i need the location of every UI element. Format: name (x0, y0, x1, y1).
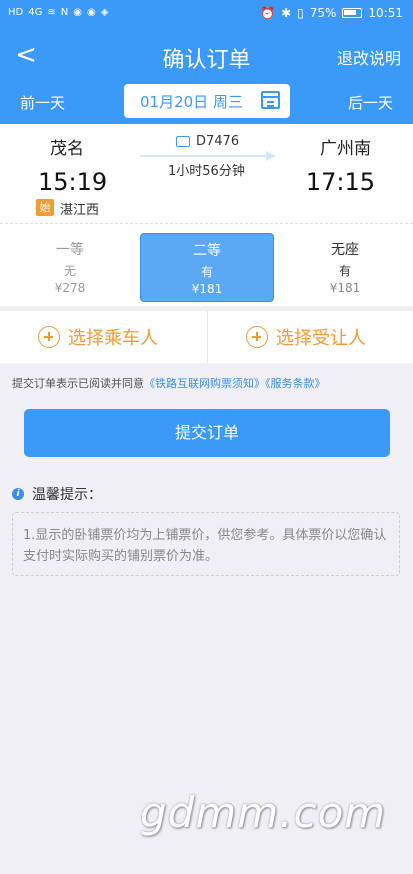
seat-price: ¥181 (329, 281, 361, 295)
battery-icon (342, 8, 363, 18)
select-transferee-label: 选择受让人 (276, 328, 366, 349)
seat-price: ¥278 (54, 281, 86, 295)
wifi-icon: ≋ (47, 7, 56, 18)
id-card-icon (176, 136, 190, 147)
calendar-icon (261, 91, 280, 109)
trip-duration: 1小时56分钟 (168, 164, 245, 179)
seat-name: 一等 (56, 242, 84, 258)
select-transferee-button[interactable]: 选择受让人 (246, 311, 366, 363)
divider (207, 311, 208, 363)
select-passenger-button[interactable]: 选择乘车人 (38, 311, 158, 363)
seat-availability: 无 (63, 264, 76, 278)
seat-availability: 有 (200, 265, 213, 279)
date-label: 01月20日 周三 (140, 93, 243, 111)
terms-link[interactable]: 《服务条款》 (265, 377, 326, 390)
status-bar: HD 4G ≋ N ◉ ◉ ◈ ⏰ ✱ ▯ 75% 10:51 (0, 0, 413, 28)
app-icon: ◉ (86, 7, 96, 18)
plus-circle-icon (246, 326, 268, 348)
next-day-button[interactable]: 后一天 (348, 92, 393, 113)
alarm-icon: ⏰ (260, 6, 276, 20)
status-right: ⏰ ✱ ▯ 75% 10:51 (260, 6, 403, 20)
arrival-time: 17:15 (305, 168, 375, 196)
origin-station: 湛江西 (60, 203, 100, 218)
submit-order-button[interactable]: 提交订单 (24, 409, 390, 457)
departure-station: 茂名 (50, 139, 84, 159)
seat-option-no-seat[interactable]: 无座 有 ¥181 (278, 233, 412, 302)
arrow-icon (140, 151, 276, 161)
seat-option-second-class[interactable]: 二等 有 ¥181 (140, 233, 274, 302)
seat-price: ¥181 (191, 282, 223, 296)
status-icons: HD 4G ≋ N ◉ ◉ ◈ (8, 6, 108, 20)
vibrate-icon: ▯ (297, 6, 304, 20)
tips-header: i 温馨提示： (12, 484, 102, 504)
agreement-prefix: 提交订单表示已阅读并同意 (12, 377, 144, 390)
origin-badge: 始 (36, 199, 54, 216)
watermark: gdmm.com (140, 788, 387, 837)
info-icon: i (12, 488, 24, 500)
select-passenger-label: 选择乘车人 (68, 328, 158, 349)
app-icon: ◈ (100, 7, 109, 18)
title-bar: < 确认订单 退改说明 (0, 28, 413, 84)
train-info[interactable]: D7476 (176, 134, 239, 149)
trip-summary: 茂名 15:19 始 湛江西 D7476 1小时56分钟 广州南 17:15 (0, 124, 413, 224)
battery-percent: 75% (309, 6, 337, 20)
hd-icon: HD (8, 7, 24, 18)
date-picker[interactable]: 01月20日 周三 (124, 84, 290, 118)
seat-option-first-class[interactable]: 一等 无 ¥278 (3, 233, 137, 302)
arrival-station: 广州南 (320, 139, 371, 159)
nfc-icon: N (60, 7, 69, 18)
passenger-actions: 选择乘车人 选择受让人 (0, 311, 413, 363)
prev-day-button[interactable]: 前一天 (20, 92, 65, 113)
seat-class-selector: 一等 无 ¥278 二等 有 ¥181 无座 有 ¥181 (0, 224, 413, 306)
bluetooth-icon: ✱ (281, 6, 292, 20)
signal-icon: 4G (28, 7, 43, 18)
seat-name: 二等 (193, 243, 221, 259)
clock: 10:51 (368, 6, 403, 20)
train-number: D7476 (196, 134, 240, 149)
departure-time: 15:19 (38, 168, 108, 196)
plus-circle-icon (38, 326, 60, 348)
refund-policy-link[interactable]: 退改说明 (337, 45, 401, 69)
tips-title: 温馨提示： (32, 487, 102, 503)
agreement-text: 提交订单表示已阅读并同意《铁路互联网购票须知》《服务条款》 (12, 375, 326, 391)
tips-content: 1.显示的卧铺票价均为上铺票价，供您参考。具体票价以您确认支付时实际购买的铺别票… (12, 512, 400, 576)
seat-availability: 有 (338, 264, 351, 278)
app-icon: ◉ (73, 7, 82, 18)
date-bar: 前一天 01月20日 周三 后一天 (0, 84, 413, 124)
seat-name: 无座 (331, 242, 359, 258)
ticketing-notice-link[interactable]: 《铁路互联网购票须知》 (144, 377, 265, 390)
